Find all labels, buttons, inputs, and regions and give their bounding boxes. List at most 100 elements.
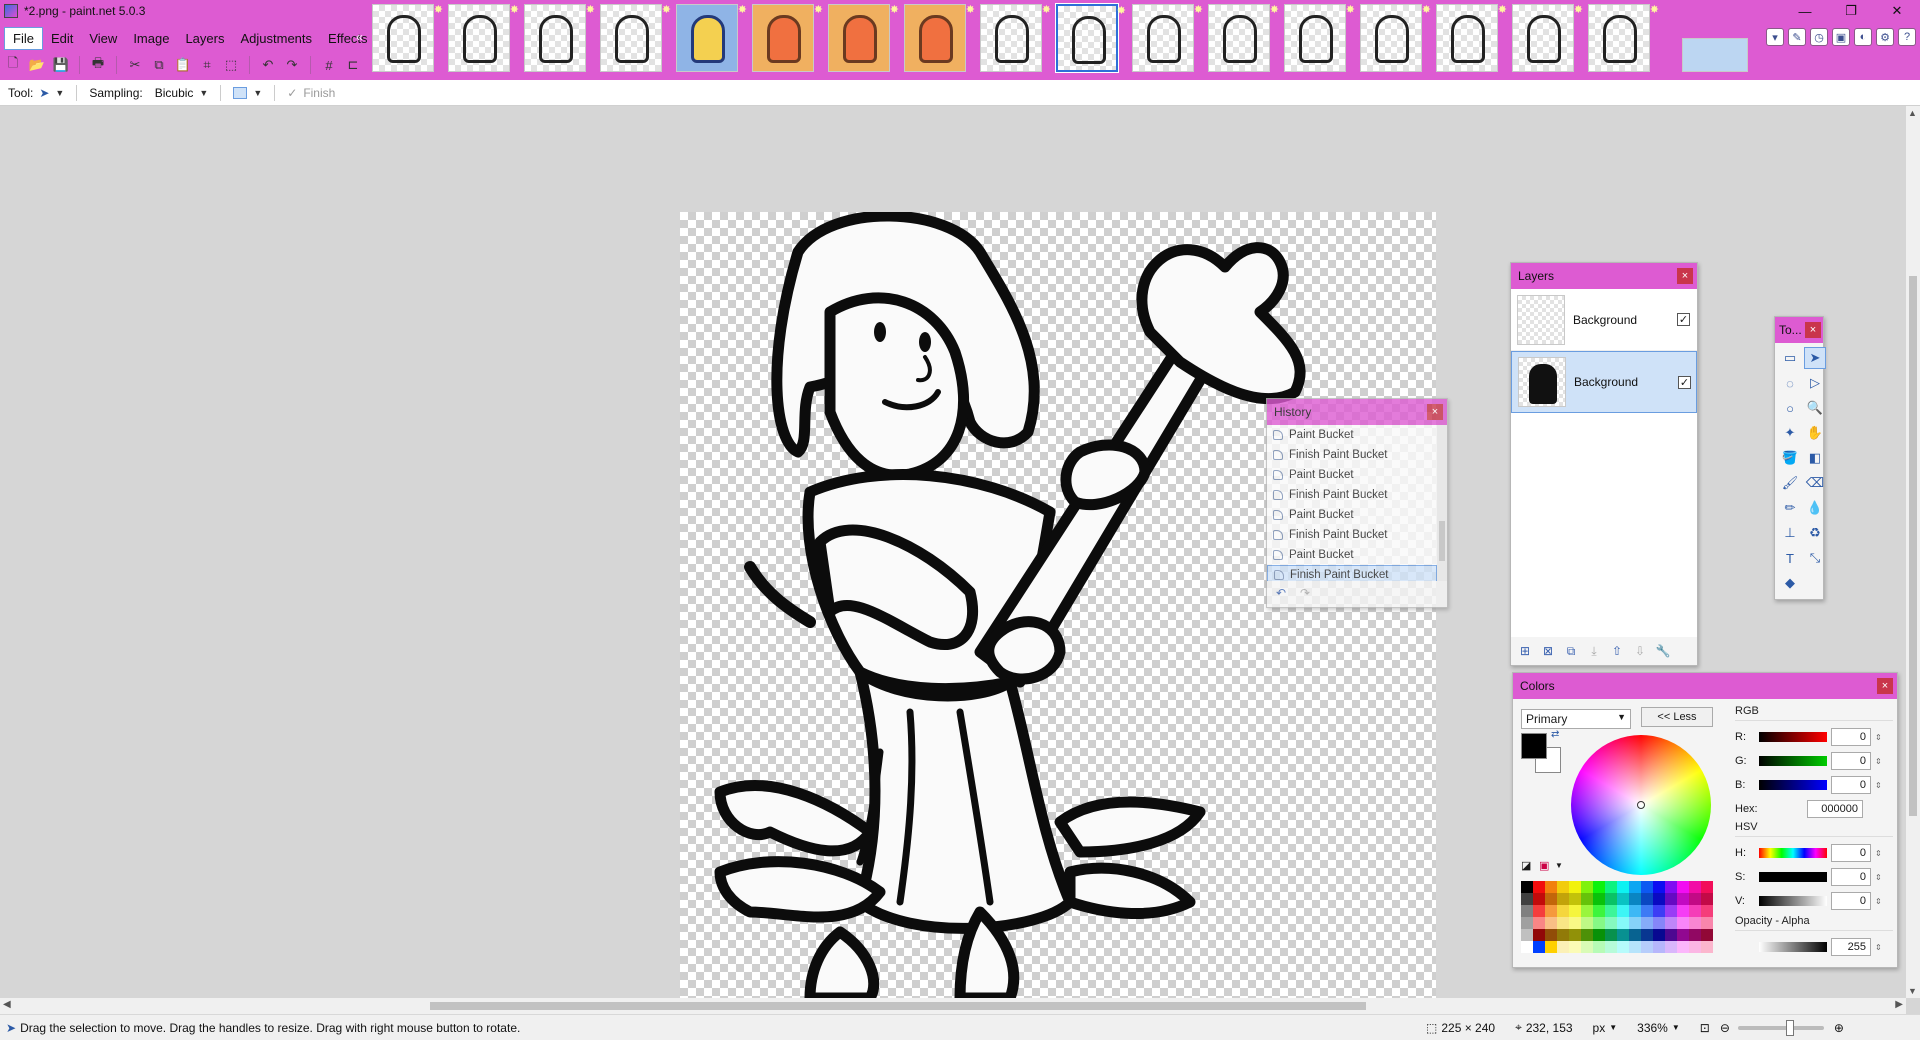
palette-swatch[interactable] xyxy=(1701,893,1713,905)
saturation-input[interactable]: 0 xyxy=(1831,868,1871,886)
palette-swatch[interactable] xyxy=(1581,929,1593,941)
chevron-down-icon[interactable]: ▾ xyxy=(1766,28,1784,46)
magic-wand-icon[interactable]: ✦ xyxy=(1779,422,1801,444)
green-slider[interactable] xyxy=(1759,756,1827,766)
hue-input[interactable]: 0 xyxy=(1831,844,1871,862)
value-input[interactable]: 0 xyxy=(1831,892,1871,910)
tools-window-icon[interactable]: ✎ xyxy=(1788,28,1806,46)
palette-swatch[interactable] xyxy=(1569,893,1581,905)
chevron-down-icon[interactable]: ▼ xyxy=(55,88,64,98)
palette-swatch[interactable] xyxy=(1533,941,1545,953)
units-selector[interactable]: px ▼ xyxy=(1593,1021,1618,1035)
image-thumbnail[interactable]: ✸ xyxy=(1284,4,1355,72)
palette-swatch[interactable] xyxy=(1521,929,1533,941)
undo-icon[interactable]: ↶ xyxy=(259,56,277,74)
image-strip-overflow-preview[interactable] xyxy=(1682,38,1748,72)
chevron-down-icon[interactable]: ▼ xyxy=(1555,861,1563,870)
palette-swatch[interactable] xyxy=(1665,929,1677,941)
palette-swatch[interactable] xyxy=(1689,881,1701,893)
palette-swatch[interactable] xyxy=(1593,929,1605,941)
layers-panel-title-bar[interactable]: Layers × xyxy=(1511,263,1697,289)
saturation-slider[interactable] xyxy=(1759,872,1827,882)
image-thumbnail[interactable]: ✸ xyxy=(372,4,443,72)
palette-swatch[interactable] xyxy=(1629,893,1641,905)
text-icon[interactable]: T xyxy=(1779,547,1801,569)
new-icon[interactable]: 🗋 xyxy=(4,55,22,74)
zoom-slider-knob[interactable] xyxy=(1785,1019,1794,1036)
palette-swatch[interactable] xyxy=(1689,941,1701,953)
history-item[interactable]: Paint Bucket xyxy=(1267,465,1437,485)
palette-swatch[interactable] xyxy=(1557,929,1569,941)
copy-icon[interactable]: ⧉ xyxy=(150,56,168,74)
palette-swatch[interactable] xyxy=(1665,893,1677,905)
palette-swatch[interactable] xyxy=(1641,941,1653,953)
less-button[interactable]: << Less xyxy=(1641,707,1713,727)
red-slider[interactable] xyxy=(1759,732,1827,742)
spinner-icon[interactable]: ⇕ xyxy=(1875,781,1882,790)
palette-swatch[interactable] xyxy=(1533,917,1545,929)
redo-icon[interactable]: ↷ xyxy=(283,56,301,74)
palette-swatch[interactable] xyxy=(1677,929,1689,941)
zoom-slider[interactable] xyxy=(1737,1019,1824,1036)
palette-swatch[interactable] xyxy=(1617,893,1629,905)
palette-swatch[interactable] xyxy=(1665,905,1677,917)
palette-swatch[interactable] xyxy=(1605,929,1617,941)
palette-swatch[interactable] xyxy=(1545,941,1557,953)
palette-swatch[interactable] xyxy=(1653,941,1665,953)
palette-menu-icon[interactable]: ▣ xyxy=(1539,859,1549,872)
close-icon[interactable]: × xyxy=(1427,404,1443,420)
layer-row[interactable]: Background ✓ xyxy=(1511,289,1697,351)
color-wheel[interactable] xyxy=(1571,735,1711,875)
alpha-slider[interactable] xyxy=(1759,942,1827,952)
palette-swatch[interactable] xyxy=(1581,905,1593,917)
zoom-in-icon[interactable]: ⊕ xyxy=(1834,1021,1844,1035)
history-item[interactable]: Paint Bucket xyxy=(1267,425,1437,445)
finish-button[interactable]: Finish xyxy=(303,86,335,100)
zoom-to-window-icon[interactable]: ⊡ xyxy=(1700,1021,1710,1035)
palette-swatch[interactable] xyxy=(1569,929,1581,941)
zoom-icon[interactable]: 🔍 xyxy=(1804,397,1826,419)
palette-swatch[interactable] xyxy=(1641,881,1653,893)
spinner-icon[interactable]: ⇕ xyxy=(1875,849,1882,858)
palette-swatch[interactable] xyxy=(1701,917,1713,929)
grid-icon[interactable]: # xyxy=(320,56,338,74)
close-icon[interactable]: × xyxy=(1877,678,1893,694)
color-palette[interactable] xyxy=(1521,881,1713,957)
lasso-select-icon[interactable]: ◌ xyxy=(1779,372,1801,394)
palette-swatch[interactable] xyxy=(1641,929,1653,941)
palette-swatch[interactable] xyxy=(1617,881,1629,893)
deselect-icon[interactable]: ⬚ xyxy=(222,56,240,74)
clone-stamp-icon[interactable]: ⊥ xyxy=(1779,522,1801,544)
palette-swatch[interactable] xyxy=(1701,905,1713,917)
layer-visibility-checkbox[interactable]: ✓ xyxy=(1677,313,1690,326)
menu-file[interactable]: File xyxy=(4,26,43,50)
palette-swatch[interactable] xyxy=(1605,941,1617,953)
menu-view[interactable]: View xyxy=(81,28,125,49)
move-layer-down-icon[interactable]: ⇩ xyxy=(1632,643,1648,659)
restore-button[interactable]: ❐ xyxy=(1828,0,1874,22)
image-thumbnail[interactable]: ✸ xyxy=(1436,4,1507,72)
palette-swatch[interactable] xyxy=(1653,893,1665,905)
colors-panel-title-bar[interactable]: Colors × xyxy=(1513,673,1897,699)
horizontal-scroll-thumb[interactable] xyxy=(430,1002,1366,1010)
palette-swatch[interactable] xyxy=(1581,941,1593,953)
palette-swatch[interactable] xyxy=(1677,893,1689,905)
palette-swatch[interactable] xyxy=(1605,881,1617,893)
palette-swatch[interactable] xyxy=(1629,929,1641,941)
color-picker-icon[interactable]: 💧 xyxy=(1804,497,1826,519)
scroll-up-icon[interactable]: ▲ xyxy=(1908,108,1917,118)
palette-swatch[interactable] xyxy=(1545,917,1557,929)
palette-swatch[interactable] xyxy=(1557,941,1569,953)
save-icon[interactable]: 💾 xyxy=(52,56,70,74)
menu-edit[interactable]: Edit xyxy=(43,28,81,49)
palette-swatch[interactable] xyxy=(1701,881,1713,893)
palette-swatch[interactable] xyxy=(1533,905,1545,917)
image-thumbnail[interactable]: ✸ xyxy=(1132,4,1203,72)
chevron-down-icon[interactable]: ▼ xyxy=(199,88,208,98)
palette-swatch[interactable] xyxy=(1593,881,1605,893)
green-input[interactable]: 0 xyxy=(1831,752,1871,770)
zoom-out-icon[interactable]: ⊖ xyxy=(1720,1021,1730,1035)
close-button[interactable]: ✕ xyxy=(1874,0,1920,22)
image-thumbnail[interactable]: ✸ xyxy=(1512,4,1583,72)
pan-hand-icon[interactable]: ✋ xyxy=(1804,422,1826,444)
